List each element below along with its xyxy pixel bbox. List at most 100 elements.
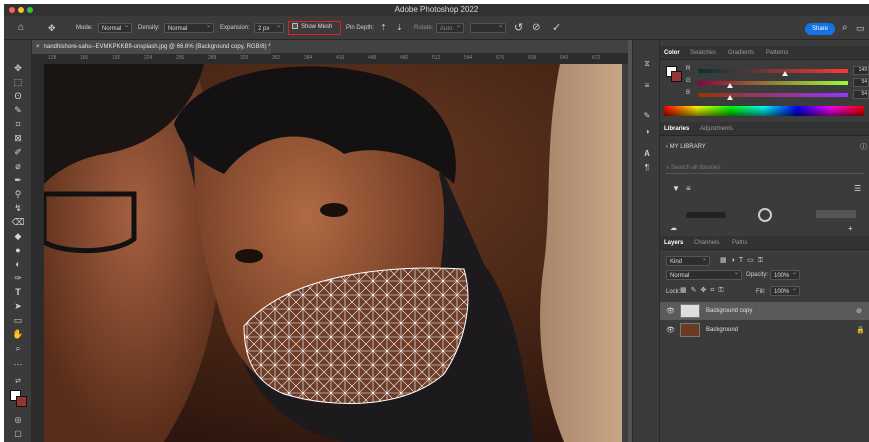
library-name-row[interactable]: ‹ MY LIBRARY bbox=[666, 144, 706, 150]
screen-mode-icon[interactable]: ▢ bbox=[8, 428, 28, 440]
adjustments-panel-icon[interactable]: ◑ bbox=[639, 126, 655, 138]
cancel-icon[interactable]: ⊘ bbox=[532, 22, 540, 34]
density-select[interactable]: Normal bbox=[164, 21, 214, 33]
path-selection-tool-icon[interactable]: ➤ bbox=[8, 300, 28, 312]
close-tab-icon[interactable]: × bbox=[36, 44, 40, 50]
green-slider-track[interactable] bbox=[698, 81, 848, 85]
document-canvas[interactable] bbox=[44, 64, 628, 442]
canvas-vertical-scrollbar[interactable] bbox=[622, 64, 628, 442]
paint-bucket-tool-icon[interactable]: ◆ bbox=[8, 230, 28, 242]
marquee-tool-icon[interactable]: ⬚ bbox=[8, 76, 28, 88]
library-asset-thumb[interactable] bbox=[758, 208, 772, 222]
library-cloud-icon[interactable]: ☁ bbox=[670, 224, 677, 232]
blue-slider-thumb[interactable] bbox=[726, 95, 733, 100]
layer-row[interactable]: 👁 Background 🔒 bbox=[660, 321, 869, 339]
move-tool-icon[interactable]: ✥ bbox=[8, 62, 28, 74]
lock-options-icons[interactable]: ▦✎✥⌗⚿ bbox=[680, 286, 728, 295]
pin-depth-up-icon[interactable]: ⇡ bbox=[380, 22, 387, 34]
home-icon[interactable]: ⌂ bbox=[18, 22, 24, 34]
red-channel-slider[interactable]: R 149 bbox=[686, 66, 869, 76]
layer-kind-filter[interactable]: Kind bbox=[666, 254, 710, 266]
document-tab[interactable]: × nandhishore-sahu--EVMKPKKBfl-unsplash.j… bbox=[32, 40, 271, 54]
commit-checkmark-icon[interactable]: ✓ bbox=[552, 22, 561, 34]
blend-mode-select[interactable]: Normal bbox=[666, 268, 742, 280]
library-sort-icon[interactable]: ≡ bbox=[686, 184, 691, 193]
blue-channel-slider[interactable]: B 54 bbox=[686, 90, 869, 100]
paragraph-panel-icon[interactable]: ¶ bbox=[639, 162, 655, 174]
right-panels: Color Swatches Gradients Patterns R 149 … bbox=[660, 40, 869, 442]
green-slider-thumb[interactable] bbox=[726, 83, 733, 88]
blur-tool-icon[interactable]: ● bbox=[8, 244, 28, 256]
red-slider-thumb[interactable] bbox=[782, 71, 788, 76]
healing-brush-tool-icon[interactable]: ⌀ bbox=[8, 160, 28, 172]
expansion-input[interactable]: 2 px bbox=[254, 21, 284, 33]
visibility-eye-icon[interactable]: 👁 bbox=[666, 326, 675, 334]
workspace-icon[interactable]: ▭ bbox=[856, 22, 865, 34]
blue-channel-value[interactable]: 54 bbox=[853, 90, 869, 99]
library-search-field[interactable]: ⌕ Search all libraries bbox=[666, 162, 864, 174]
density-label: Density: bbox=[138, 25, 160, 31]
tab-channels[interactable]: Channels bbox=[694, 236, 719, 250]
show-mesh-checkbox[interactable]: Show Mesh bbox=[288, 21, 341, 35]
green-channel-slider[interactable]: G 54 bbox=[686, 78, 869, 88]
tab-swatches[interactable]: Swatches bbox=[690, 46, 716, 60]
quick-mask-icon[interactable]: ◎ bbox=[8, 414, 28, 426]
tab-gradients[interactable]: Gradients bbox=[728, 46, 754, 60]
undo-icon[interactable]: ↺ bbox=[514, 22, 523, 34]
library-info-icon[interactable]: ⓘ bbox=[860, 142, 867, 152]
rotate-angle-input[interactable] bbox=[470, 21, 506, 33]
green-channel-value[interactable]: 54 bbox=[853, 78, 869, 87]
rotate-select[interactable]: Auto bbox=[436, 21, 464, 33]
color-bg-swatch[interactable] bbox=[671, 71, 682, 82]
tab-layers[interactable]: Layers bbox=[664, 236, 683, 250]
library-assets-strip[interactable] bbox=[666, 206, 864, 222]
hand-tool-icon[interactable]: ✋ bbox=[8, 328, 28, 340]
layer-row[interactable]: 👁 Background copy ⊘ bbox=[660, 302, 869, 320]
library-asset-thumb[interactable] bbox=[816, 210, 856, 218]
puppet-warp-tool-icon[interactable]: ✥ bbox=[48, 22, 56, 34]
search-icon[interactable]: ⌕ bbox=[842, 22, 848, 34]
blue-slider-track[interactable] bbox=[698, 93, 848, 97]
library-view-icon[interactable]: ☰ bbox=[854, 184, 861, 193]
clone-stamp-tool-icon[interactable]: ⚲ bbox=[8, 188, 28, 200]
red-channel-value[interactable]: 149 bbox=[853, 66, 869, 75]
library-add-icon[interactable]: + bbox=[848, 224, 853, 233]
rectangle-tool-icon[interactable]: ▭ bbox=[8, 314, 28, 326]
visibility-eye-icon[interactable]: 👁 bbox=[666, 307, 675, 315]
tab-color[interactable]: Color bbox=[664, 46, 680, 60]
zoom-tool-icon[interactable]: ⌕ bbox=[8, 342, 28, 354]
quick-select-tool-icon[interactable]: ✎ bbox=[8, 104, 28, 116]
layer-filter-icons[interactable]: ▦◑T▭⚿ bbox=[720, 256, 767, 265]
frame-tool-icon[interactable]: ⊠ bbox=[8, 132, 28, 144]
mode-select[interactable]: Normal bbox=[98, 21, 132, 33]
tab-patterns[interactable]: Patterns bbox=[766, 46, 788, 60]
crop-tool-icon[interactable]: ⌗ bbox=[8, 118, 28, 130]
tab-adjustments[interactable]: Adjustments bbox=[700, 122, 733, 136]
type-tool-icon[interactable]: T bbox=[8, 286, 28, 298]
pin-depth-down-icon[interactable]: ⇣ bbox=[396, 22, 403, 34]
brush-settings-panel-icon[interactable]: ✎ bbox=[639, 110, 655, 122]
tab-libraries[interactable]: Libraries bbox=[664, 122, 689, 136]
ruler-tick-label: 192 bbox=[112, 55, 121, 61]
character-panel-icon[interactable]: A bbox=[639, 148, 655, 160]
history-brush-tool-icon[interactable]: ↯ bbox=[8, 202, 28, 214]
pen-tool-icon[interactable]: ✑ bbox=[8, 272, 28, 284]
swap-colors-icon[interactable]: ⇄ bbox=[8, 376, 28, 388]
library-filter-icon[interactable]: ▼ bbox=[672, 184, 680, 193]
eraser-tool-icon[interactable]: ⌫ bbox=[8, 216, 28, 228]
eyedropper-tool-icon[interactable]: ✐ bbox=[8, 146, 28, 158]
more-tools-icon[interactable]: ⋯ bbox=[8, 358, 28, 370]
fill-input[interactable]: 100% bbox=[770, 284, 800, 296]
lasso-tool-icon[interactable]: ʘ bbox=[8, 90, 28, 102]
history-panel-icon[interactable]: ⧖ bbox=[639, 58, 655, 70]
background-color-swatch[interactable] bbox=[16, 396, 27, 407]
opacity-input[interactable]: 100% bbox=[770, 268, 800, 280]
color-spectrum-ramp[interactable] bbox=[664, 106, 864, 116]
properties-panel-icon[interactable]: ≡ bbox=[639, 80, 655, 92]
library-asset-thumb[interactable] bbox=[686, 212, 726, 218]
brush-tool-icon[interactable]: ✒ bbox=[8, 174, 28, 186]
dodge-tool-icon[interactable]: ◐ bbox=[8, 258, 28, 270]
tab-paths[interactable]: Paths bbox=[732, 236, 747, 250]
share-button[interactable]: Share bbox=[805, 23, 835, 35]
red-slider-track[interactable] bbox=[698, 69, 848, 73]
